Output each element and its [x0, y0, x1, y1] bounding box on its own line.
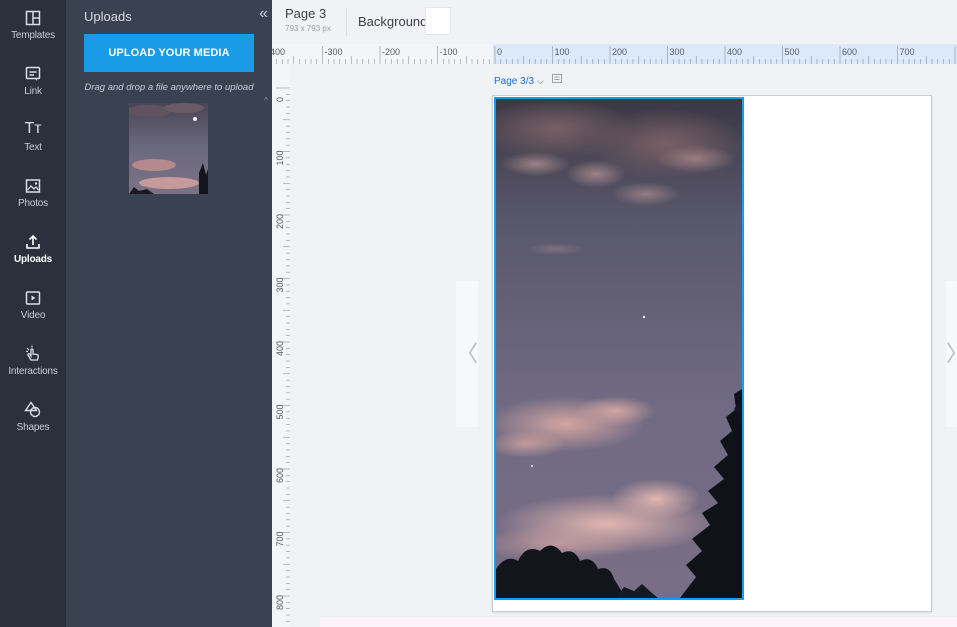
page-name[interactable]: Page 3	[285, 6, 326, 21]
chevron-down-icon: ⌵	[536, 76, 544, 86]
toolbar-divider	[346, 8, 347, 36]
rail-label-text: Text	[24, 142, 42, 153]
ruler-label: 700	[900, 47, 915, 57]
ruler-label: 300	[275, 277, 285, 292]
rail-item-shapes[interactable]: Shapes	[0, 398, 66, 433]
rail-item-text[interactable]: Tт Text	[0, 118, 66, 153]
ruler-label: 0	[497, 47, 502, 57]
rail-label-interactions: Interactions	[8, 366, 58, 377]
collapse-panel-button[interactable]: «	[259, 5, 268, 23]
rail-item-interactions[interactable]: Interactions	[0, 342, 66, 377]
rail-item-templates[interactable]: Templates	[0, 6, 66, 41]
page-notes-icon[interactable]	[552, 74, 563, 87]
ruler-label: -200	[382, 47, 400, 57]
ruler-label: 400	[727, 47, 742, 57]
ruler-label: -100	[440, 47, 458, 57]
rail-label-templates: Templates	[11, 30, 55, 41]
next-page-arrow[interactable]: 〉	[946, 281, 957, 427]
ruler-label: 800	[275, 595, 285, 610]
tool-rail: Templates Link Tт Text Photos Uploads Vi…	[0, 0, 66, 627]
ruler-label: 500	[275, 404, 285, 419]
upload-media-button[interactable]: UPLOAD YOUR MEDIA	[84, 34, 254, 72]
rail-label-shapes: Shapes	[16, 422, 50, 433]
ruler-label: -400	[272, 47, 285, 57]
rail-item-link[interactable]: Link	[0, 62, 66, 97]
ruler-label: 600	[275, 468, 285, 483]
scroll-up-arrow[interactable]: ^	[260, 96, 272, 106]
ruler-label: 100	[555, 47, 570, 57]
background-label[interactable]: Background	[358, 14, 427, 29]
link-icon	[0, 62, 66, 84]
ruler-label: 300	[670, 47, 685, 57]
editor-toolbar: Page 3 793 x 793 px Background	[272, 0, 957, 44]
ruler-label: 100	[275, 150, 285, 165]
uploaded-image-thumbnail[interactable]	[129, 103, 208, 194]
selected-photo-element[interactable]	[494, 97, 744, 600]
panel-title: Uploads	[84, 9, 132, 24]
video-icon	[0, 286, 66, 308]
panel-scrollbar[interactable]: ^	[260, 96, 272, 627]
ruler-label: 200	[275, 214, 285, 229]
rail-item-video[interactable]: Video	[0, 286, 66, 321]
ruler-label: -300	[325, 47, 343, 57]
vertical-ruler: 0 100 200 300 400 500 600 700 800	[272, 64, 290, 627]
rail-item-photos[interactable]: Photos	[0, 174, 66, 209]
templates-icon	[0, 6, 66, 28]
rail-label-photos: Photos	[18, 198, 48, 209]
photos-icon	[0, 174, 66, 196]
page-dimensions: 793 x 793 px	[285, 24, 331, 33]
background-color-swatch[interactable]	[425, 7, 451, 35]
shapes-icon	[0, 398, 66, 420]
rail-item-uploads[interactable]: Uploads	[0, 230, 66, 265]
page-indicator[interactable]: Page 3/3 ⌵	[494, 74, 563, 87]
ruler-label: 0	[275, 97, 285, 102]
rail-label-link: Link	[24, 86, 42, 97]
ruler-label: 600	[842, 47, 857, 57]
horizontal-ruler: -400-300-200-100010020030040050060070080…	[272, 44, 957, 64]
uploads-icon	[0, 230, 66, 252]
rail-label-video: Video	[20, 310, 46, 321]
ruler-label: 500	[785, 47, 800, 57]
rail-label-uploads: Uploads	[13, 254, 53, 265]
ruler-label: 700	[275, 531, 285, 546]
ruler-label: 400	[275, 341, 285, 356]
text-icon: Tт	[24, 120, 42, 137]
drag-drop-hint: Drag and drop a file anywhere to upload	[84, 82, 254, 93]
uploads-panel: Uploads « UPLOAD YOUR MEDIA Drag and dro…	[66, 0, 272, 627]
canvas-bottom-bar	[320, 617, 957, 627]
previous-page-arrow[interactable]: 〈	[456, 281, 478, 427]
ruler-label: 200	[612, 47, 627, 57]
page-indicator-label: Page 3/3	[494, 76, 535, 87]
interactions-icon	[0, 342, 66, 364]
